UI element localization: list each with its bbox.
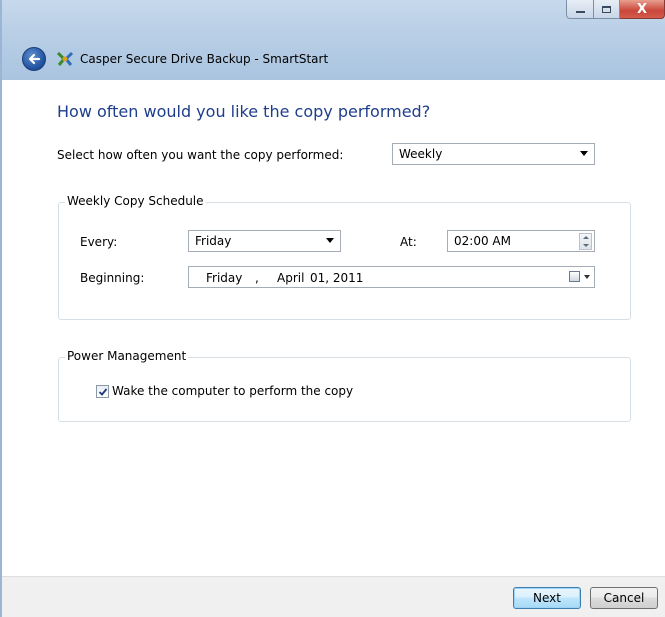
close-icon: X [636,1,648,17]
weekly-schedule-group [58,202,631,320]
time-picker[interactable]: 02:00 AM [447,230,595,252]
frequency-select[interactable]: Weekly [392,143,595,165]
minimize-button[interactable] [566,0,594,19]
at-label: At: [400,235,417,249]
back-arrow-icon [28,53,41,65]
wake-computer-label[interactable]: Wake the computer to perform the copy [112,384,353,398]
close-button[interactable]: X [620,0,665,19]
casper-app-icon [56,51,74,66]
page-heading: How often would you like the copy perfor… [57,102,431,121]
time-spinner[interactable] [579,233,592,250]
weekly-schedule-title: Weekly Copy Schedule [65,194,206,208]
time-value: 02:00 AM [454,234,511,248]
calendar-icon[interactable] [569,271,580,282]
beginning-label: Beginning: [80,271,145,285]
checkmark-icon [98,387,107,396]
every-day-select[interactable]: Friday [188,230,341,252]
date-month[interactable]: April [277,271,304,285]
frequency-label: Select how often you want the copy perfo… [57,148,344,162]
every-label: Every: [80,235,118,249]
back-button[interactable] [22,47,46,71]
every-day-value: Friday [195,234,232,248]
chevron-down-icon[interactable] [584,275,590,279]
power-management-title: Power Management [65,349,189,363]
wake-computer-checkbox[interactable] [96,385,109,398]
window-title: Casper Secure Drive Backup - SmartStart [80,52,329,66]
window-controls: X [566,0,665,22]
frequency-select-value: Weekly [399,147,443,161]
date-day-year[interactable]: 01, 2011 [310,271,363,285]
maximize-icon [602,5,611,13]
chevron-down-icon [326,238,334,243]
cancel-button[interactable]: Cancel [590,587,658,609]
beginning-date-picker[interactable]: Friday , April 01, 2011 [188,266,595,288]
next-button[interactable]: Next [513,587,581,609]
maximize-button[interactable] [594,0,620,19]
minimize-icon [575,11,585,13]
chevron-down-icon [580,151,588,156]
date-weekday[interactable]: Friday [206,271,242,285]
date-separator: , [255,271,259,285]
